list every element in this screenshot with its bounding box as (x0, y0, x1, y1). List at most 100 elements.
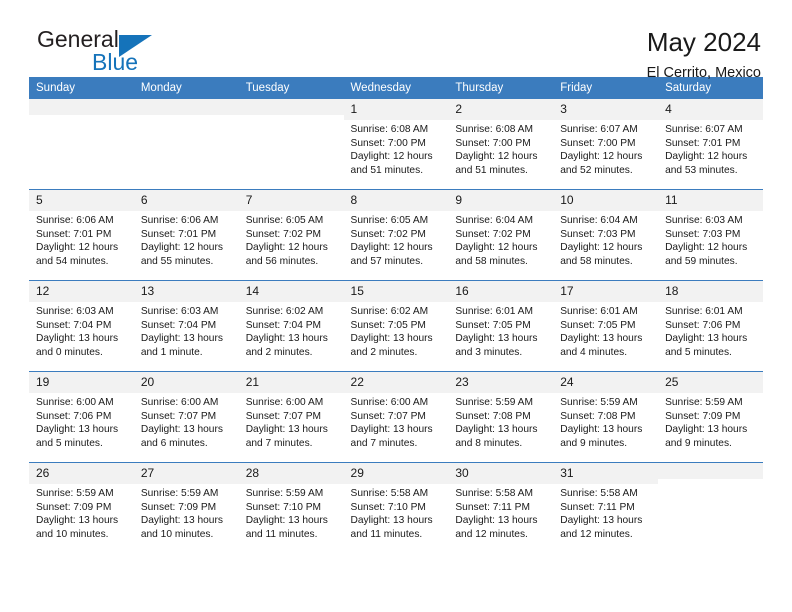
daylight-text-line1: Daylight: 13 hours (455, 333, 538, 345)
day-number (658, 463, 763, 479)
day-number: 18 (658, 281, 763, 302)
day-number: 28 (238, 463, 344, 484)
calendar-day-cell[interactable]: 17 Sunrise: 6:01 AM Sunset: 7:05 PM Dayligh… (553, 280, 659, 372)
day-details: Sunrise: 6:01 AM Sunset: 7:05 PM Daylight:… (448, 302, 553, 359)
calendar-day-cell[interactable]: 10 Sunrise: 6:04 AM Sunset: 7:03 PM Dayligh… (553, 189, 659, 281)
triangle-icon (119, 35, 152, 57)
sunset-text: Sunset: 7:11 PM (455, 501, 530, 513)
calendar-day-cell[interactable]: 24 Sunrise: 5:59 AM Sunset: 7:08 PM Dayligh… (553, 371, 659, 463)
sunrise-text: Sunrise: 6:00 AM (36, 397, 114, 408)
day-details: Sunrise: 6:05 AM Sunset: 7:02 PM Daylight:… (344, 211, 449, 268)
day-number (29, 99, 134, 115)
day-number: 16 (448, 281, 554, 302)
calendar-day-cell[interactable]: 30 Sunrise: 5:58 AM Sunset: 7:11 PM Dayligh… (448, 462, 554, 553)
page-subtitle: El Cerrito, Mexico (646, 65, 761, 81)
sunrise-text: Sunrise: 6:04 AM (455, 215, 533, 226)
sunset-text: Sunset: 7:02 PM (245, 228, 322, 240)
day-details: Sunrise: 6:03 AM Sunset: 7:03 PM Daylight:… (658, 211, 763, 268)
calendar-day-cell[interactable]: 16 Sunrise: 6:01 AM Sunset: 7:05 PM Dayligh… (448, 280, 554, 372)
sunrise-text: Sunrise: 6:00 AM (350, 397, 429, 408)
page-header: General Blue May 2024 El Cerrito, Mexico (29, 0, 763, 81)
calendar-day-cell[interactable]: 31 Sunrise: 5:58 AM Sunset: 7:11 PM Dayligh… (553, 462, 659, 553)
calendar-day-cell[interactable]: 28 Sunrise: 5:59 AM Sunset: 7:10 PM Dayligh… (238, 462, 344, 553)
calendar-day-cell[interactable]: 3 Sunrise: 6:07 AM Sunset: 7:00 PM Daylight… (553, 99, 659, 190)
calendar-day-cell[interactable]: 11 Sunrise: 6:03 AM Sunset: 7:03 PM Dayligh… (658, 189, 763, 281)
calendar-day-cell[interactable]: 13 Sunrise: 6:03 AM Sunset: 7:04 PM Dayligh… (133, 280, 239, 372)
daylight-text-line1: Daylight: 13 hours (350, 515, 433, 527)
daylight-text-line2: and 11 minutes. (245, 528, 318, 540)
calendar-day-cell[interactable]: 22 Sunrise: 6:00 AM Sunset: 7:07 PM Dayligh… (343, 371, 449, 463)
day-details: Sunrise: 6:03 AM Sunset: 7:04 PM Daylight:… (29, 302, 134, 359)
calendar-day-cell[interactable]: 14 Sunrise: 6:02 AM Sunset: 7:04 PM Dayligh… (238, 280, 344, 372)
brand-logo[interactable]: General Blue (29, 26, 209, 78)
calendar-day-cell[interactable]: 19 Sunrise: 6:00 AM Sunset: 7:06 PM Dayligh… (29, 371, 134, 463)
day-number: 27 (133, 463, 239, 484)
calendar-cell-empty (658, 462, 763, 553)
sunrise-text: Sunrise: 6:08 AM (455, 124, 533, 135)
calendar-day-cell[interactable]: 25 Sunrise: 5:59 AM Sunset: 7:09 PM Dayligh… (658, 371, 763, 463)
sunrise-text: Sunrise: 5:58 AM (560, 488, 638, 499)
daylight-text-line2: and 59 minutes. (665, 255, 738, 267)
calendar-cell-empty (29, 99, 134, 190)
day-number: 12 (29, 281, 134, 302)
day-number: 29 (343, 463, 449, 484)
day-details: Sunrise: 6:07 AM Sunset: 7:00 PM Daylight:… (553, 120, 658, 177)
page-title: May 2024 (646, 27, 761, 57)
calendar-day-cell[interactable]: 6 Sunrise: 6:06 AM Sunset: 7:01 PM Daylight… (133, 189, 239, 281)
calendar-day-cell[interactable]: 20 Sunrise: 6:00 AM Sunset: 7:07 PM Dayligh… (133, 371, 239, 463)
calendar-day-cell[interactable]: 1 Sunrise: 6:08 AM Sunset: 7:00 PM Daylight… (343, 99, 449, 190)
sunset-text: Sunset: 7:09 PM (665, 410, 741, 422)
calendar-day-cell[interactable]: 5 Sunrise: 6:06 AM Sunset: 7:01 PM Daylight… (29, 189, 134, 281)
sunrise-text: Sunrise: 5:58 AM (455, 488, 533, 499)
daylight-text-line1: Daylight: 13 hours (560, 424, 643, 436)
daylight-text-line1: Daylight: 13 hours (36, 515, 119, 527)
calendar-day-cell[interactable]: 7 Sunrise: 6:05 AM Sunset: 7:02 PM Daylight… (238, 189, 344, 281)
calendar-day-cell[interactable]: 18 Sunrise: 6:01 AM Sunset: 7:06 PM Dayligh… (658, 280, 763, 372)
daylight-text-line1: Daylight: 13 hours (36, 424, 119, 436)
calendar-day-cell[interactable]: 12 Sunrise: 6:03 AM Sunset: 7:04 PM Dayligh… (29, 280, 134, 372)
daylight-text-line1: Daylight: 13 hours (245, 515, 328, 527)
calendar-table: Sunday Monday Tuesday Wednesday Thursday… (29, 77, 763, 553)
weekday-header-friday: Friday (553, 77, 659, 99)
calendar-day-cell[interactable]: 2 Sunrise: 6:08 AM Sunset: 7:00 PM Daylight… (448, 99, 554, 190)
sunset-text: Sunset: 7:11 PM (560, 501, 635, 513)
calendar-day-cell[interactable]: 26 Sunrise: 5:59 AM Sunset: 7:09 PM Dayligh… (29, 462, 134, 553)
day-details: Sunrise: 6:00 AM Sunset: 7:07 PM Daylight:… (239, 393, 344, 450)
daylight-text-line2: and 12 minutes. (455, 528, 528, 540)
sunset-text: Sunset: 7:04 PM (245, 319, 322, 331)
daylight-text-line2: and 9 minutes. (665, 437, 732, 449)
calendar-day-cell[interactable]: 29 Sunrise: 5:58 AM Sunset: 7:10 PM Dayligh… (343, 462, 449, 553)
daylight-text-line2: and 58 minutes. (455, 255, 528, 267)
sunrise-text: Sunrise: 5:59 AM (245, 488, 324, 499)
day-number: 22 (343, 372, 449, 393)
daylight-text-line2: and 56 minutes. (245, 255, 319, 267)
calendar-day-cell[interactable]: 27 Sunrise: 5:59 AM Sunset: 7:09 PM Dayligh… (133, 462, 239, 553)
day-number: 30 (448, 463, 554, 484)
sunset-text: Sunset: 7:01 PM (665, 137, 741, 149)
calendar-day-cell[interactable]: 9 Sunrise: 6:04 AM Sunset: 7:02 PM Daylight… (448, 189, 554, 281)
day-number (238, 99, 344, 115)
sunrise-text: Sunrise: 6:02 AM (350, 306, 429, 317)
sunrise-text: Sunrise: 6:06 AM (36, 215, 114, 226)
calendar-day-cell[interactable]: 15 Sunrise: 6:02 AM Sunset: 7:05 PM Dayligh… (343, 280, 449, 372)
day-number: 23 (448, 372, 554, 393)
daylight-text-line2: and 2 minutes. (350, 346, 418, 358)
sunset-text: Sunset: 7:00 PM (560, 137, 636, 149)
daylight-text-line2: and 51 minutes. (350, 164, 424, 176)
calendar-day-cell[interactable]: 4 Sunrise: 6:07 AM Sunset: 7:01 PM Daylight… (658, 99, 763, 190)
calendar-cell-empty (133, 99, 239, 190)
calendar-day-cell[interactable]: 8 Sunrise: 6:05 AM Sunset: 7:02 PM Daylight… (343, 189, 449, 281)
sunrise-text: Sunrise: 6:04 AM (560, 215, 638, 226)
title-block: May 2024 El Cerrito, Mexico (647, 26, 763, 84)
sunrise-text: Sunrise: 5:59 AM (140, 488, 219, 499)
calendar-week-row: 1 Sunrise: 6:08 AM Sunset: 7:00 PM Daylight… (29, 99, 763, 190)
calendar-day-cell[interactable]: 23 Sunrise: 5:59 AM Sunset: 7:08 PM Dayligh… (448, 371, 554, 463)
calendar-day-cell[interactable]: 21 Sunrise: 6:00 AM Sunset: 7:07 PM Dayligh… (238, 371, 344, 463)
day-details: Sunrise: 6:06 AM Sunset: 7:01 PM Daylight:… (29, 211, 134, 268)
day-details: Sunrise: 5:59 AM Sunset: 7:09 PM Daylight:… (29, 484, 134, 541)
day-number (133, 99, 239, 115)
day-details: Sunrise: 5:58 AM Sunset: 7:11 PM Daylight:… (448, 484, 553, 541)
sunrise-text: Sunrise: 6:01 AM (560, 306, 638, 317)
daylight-text-line1: Daylight: 13 hours (245, 333, 328, 345)
daylight-text-line2: and 55 minutes. (140, 255, 214, 267)
